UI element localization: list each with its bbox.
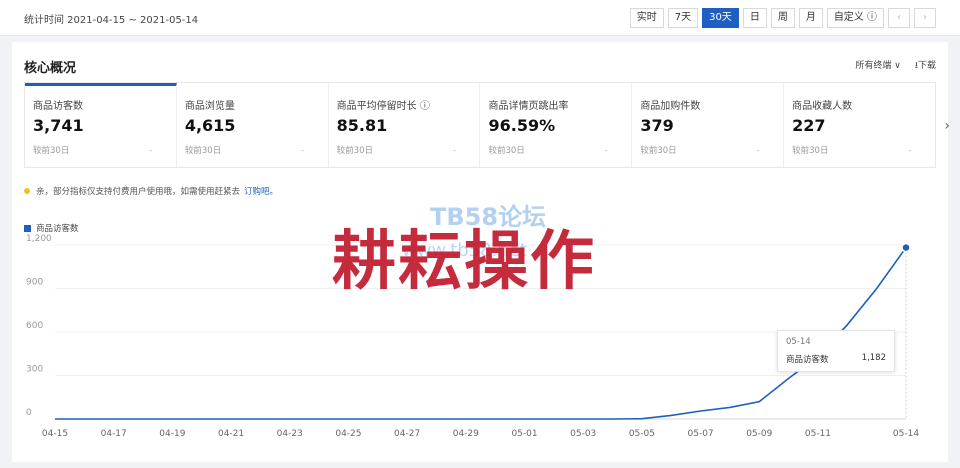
x-tick-label: 04-17 <box>101 429 127 439</box>
y-tick-label: 0 <box>26 408 32 418</box>
y-tick-label: 300 <box>26 365 43 375</box>
x-tick-label: 05-01 <box>511 429 537 439</box>
x-tick-label: 04-21 <box>218 429 244 439</box>
y-tick-label: 1,200 <box>26 234 52 244</box>
range-month-button[interactable]: 月 <box>798 8 823 28</box>
x-tick-label: 05-05 <box>629 429 655 439</box>
x-tick-label: 05-03 <box>570 429 596 439</box>
chart-tooltip: 05-14 商品访客数 1,182 <box>777 330 895 372</box>
range-7d-button[interactable]: 7天 <box>667 8 699 28</box>
core-overview-panel: 核心概况 所有终端 ∨ ⭳下载 商品访客数 3,741 较前30日 - 商品浏览量… <box>12 42 950 462</box>
tooltip-value: 1,182 <box>861 353 886 363</box>
range-custom-button[interactable]: 自定义 ⓘ <box>826 8 884 28</box>
range-buttons: 实时 7天 30天 日 周 月 自定义 ⓘ ‹ › <box>626 8 936 28</box>
next-period-button[interactable]: › <box>914 8 936 28</box>
tooltip-date: 05-14 <box>786 337 811 347</box>
range-week-button[interactable]: 周 <box>770 8 795 28</box>
x-tick-label: 04-23 <box>277 429 303 439</box>
prev-period-button[interactable]: ‹ <box>888 8 910 28</box>
x-tick-label: 05-11 <box>805 429 831 439</box>
x-tick-label: 05-07 <box>688 429 714 439</box>
x-tick-label: 05-14 <box>893 429 919 439</box>
range-realtime-button[interactable]: 实时 <box>629 8 664 28</box>
x-tick-label: 04-19 <box>159 429 185 439</box>
x-tick-label: 04-25 <box>335 429 361 439</box>
range-day-button[interactable]: 日 <box>742 8 767 28</box>
x-tick-label: 05-09 <box>746 429 772 439</box>
y-tick-label: 600 <box>26 321 43 331</box>
top-bar: 统计时间 2021-04-15 ~ 2021-05-14 实时 7天 30天 日… <box>0 0 960 36</box>
tooltip-label: 商品访客数 <box>786 355 829 365</box>
x-tick-label: 04-15 <box>42 429 68 439</box>
data-point-05-14 <box>901 242 911 253</box>
x-tick-label: 04-29 <box>453 429 479 439</box>
y-tick-label: 900 <box>26 278 43 288</box>
x-tick-label: 04-27 <box>394 429 420 439</box>
date-range: 统计时间 2021-04-15 ~ 2021-05-14 <box>24 15 199 26</box>
watermark-main: 耕耘操作 <box>332 225 596 299</box>
range-30d-button[interactable]: 30天 <box>702 8 739 28</box>
